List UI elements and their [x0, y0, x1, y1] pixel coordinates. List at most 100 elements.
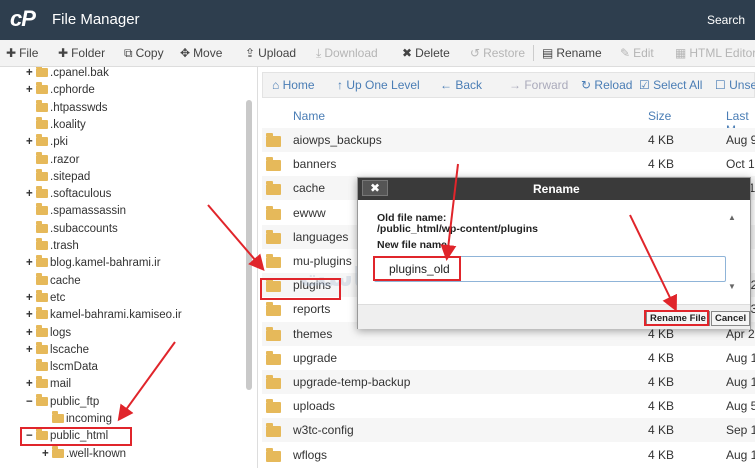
delete-button[interactable]: ✖ Delete	[402, 46, 450, 60]
table-row[interactable]: banners 4 KB Oct 1	[262, 152, 755, 177]
upload-button[interactable]: ⇪ Upload	[245, 46, 296, 60]
folder-icon	[36, 168, 48, 181]
tree-item-label: .subaccounts	[50, 222, 118, 235]
select-all-button[interactable]: ☑ Select All	[639, 78, 702, 92]
tree-item[interactable]: .spamassassin	[26, 203, 126, 220]
search-label[interactable]: Search	[707, 13, 745, 27]
cpanel-logo: cP	[10, 6, 36, 31]
move-button[interactable]: ✥ Move	[180, 46, 222, 60]
file-name: uploads	[293, 399, 336, 414]
table-row[interactable]: upgrade-temp-backup 4 KB Aug 1	[262, 370, 755, 394]
file-size: 4 KB	[648, 447, 675, 462]
tree-item-label: .cpanel.bak	[50, 67, 109, 79]
download-button[interactable]: ⤓ Download	[316, 46, 378, 61]
scroll-up-icon[interactable]: ▲	[728, 213, 736, 222]
edit-button[interactable]: ✎ Edit	[620, 46, 654, 60]
tree-item[interactable]: .sitepad	[26, 168, 90, 186]
file-name: aiowps_backups	[293, 133, 382, 147]
tree-item-label: .trash	[50, 240, 79, 252]
tree-item-label: mail	[50, 378, 72, 391]
tree-item[interactable]: cache	[26, 272, 81, 290]
copy-icon: ⧉	[124, 46, 133, 60]
folder-icon	[36, 324, 48, 337]
forward-button[interactable]: → Forward	[509, 78, 568, 92]
table-row[interactable]: w3tc-config 4 KB Sep 1	[262, 418, 755, 443]
tree-item[interactable]: + .pki	[26, 134, 68, 151]
folder-icon	[266, 205, 281, 220]
tree-item[interactable]: .razor	[26, 151, 79, 169]
tree-scrollbar[interactable]	[246, 100, 252, 390]
close-icon[interactable]: ✖	[362, 180, 388, 196]
cancel-button[interactable]: Cancel	[711, 311, 751, 326]
tree-item[interactable]: .htpasswds	[26, 99, 108, 117]
tree-item[interactable]: + .cpanel.bak	[26, 67, 109, 82]
tree-item[interactable]: + etc	[26, 289, 65, 307]
tree-item-label: public_ftp	[50, 395, 100, 408]
expand-toggle-icon[interactable]: +	[26, 325, 36, 342]
back-button[interactable]: ← Back	[440, 78, 482, 92]
top-bar: cP File Manager Search	[0, 0, 755, 40]
folder-icon	[266, 229, 281, 244]
expand-toggle-icon[interactable]: +	[26, 342, 36, 359]
html-editor-button[interactable]: ▦ HTML Editor	[675, 46, 755, 60]
tree-item[interactable]: .trash	[26, 238, 79, 255]
expand-toggle-icon[interactable]: +	[26, 134, 36, 151]
expand-toggle-icon[interactable]: +	[42, 446, 52, 463]
unselect-all-button[interactable]: ☐ Unse	[715, 78, 755, 92]
file-name: cache	[293, 181, 326, 196]
folder-icon	[36, 186, 48, 199]
copy-button[interactable]: ⧉ Copy	[124, 46, 164, 61]
table-row[interactable]: upgrade 4 KB Aug 1	[262, 345, 755, 370]
tree-item[interactable]: incoming	[42, 411, 112, 428]
folder-icon	[36, 307, 48, 320]
expand-toggle-icon[interactable]: +	[26, 186, 36, 203]
tree-item[interactable]: − public_ftp	[26, 393, 100, 411]
app-title: File Manager	[52, 11, 140, 28]
tree-item[interactable]: + .cphorde	[26, 82, 95, 99]
restore-button[interactable]: ↺ Restore	[470, 46, 525, 60]
plus-icon: ✚	[6, 46, 17, 60]
tree-item[interactable]: + mail	[26, 376, 71, 393]
folder-icon	[266, 326, 281, 341]
folder-icon	[36, 82, 48, 95]
up-one-level-button[interactable]: ↑ Up One Level	[337, 78, 420, 92]
expand-toggle-icon[interactable]: +	[26, 290, 36, 307]
rename-button[interactable]: ▤ Rename	[542, 46, 602, 60]
tree-item[interactable]: lscmData	[26, 359, 98, 376]
tree-item[interactable]: .koality	[26, 116, 86, 134]
file-date: Sep 1	[726, 423, 755, 438]
old-file-path: /public_html/wp-content/plugins	[377, 223, 538, 235]
tree-item-label: .spamassassin	[50, 205, 127, 218]
table-row[interactable]: wflogs 4 KB Aug 1	[262, 442, 755, 467]
file-name: upgrade	[293, 350, 338, 365]
expand-toggle-icon[interactable]: +	[26, 255, 36, 272]
tree-item[interactable]: + .softaculous	[26, 186, 111, 203]
column-header-name[interactable]: Name	[293, 109, 325, 123]
file-size: 4 KB	[648, 399, 675, 414]
expand-toggle-icon[interactable]: +	[26, 307, 36, 324]
table-row[interactable]: uploads 4 KB Aug 5	[262, 394, 755, 419]
tree-item[interactable]: + logs	[26, 324, 71, 342]
reload-button[interactable]: ↻ Reload	[581, 78, 632, 92]
folder-icon	[36, 238, 48, 250]
expand-toggle-icon[interactable]: +	[26, 67, 36, 82]
column-header-size[interactable]: Size	[648, 109, 671, 123]
scroll-down-icon[interactable]: ▼	[728, 282, 736, 291]
home-button[interactable]: ⌂ Home	[272, 78, 315, 92]
tree-item[interactable]: + lscache	[26, 341, 89, 359]
tree-item[interactable]: + blog.kamel-bahrami.ir	[26, 255, 161, 272]
tree-item[interactable]: + kamel-bahrami.kamiseo.ir	[26, 307, 182, 324]
tree-item[interactable]: .subaccounts	[26, 220, 118, 238]
new-file-button[interactable]: ✚ File	[6, 46, 38, 60]
expand-toggle-icon[interactable]: +	[26, 82, 36, 99]
new-folder-button[interactable]: ✚ Folder	[58, 46, 105, 60]
file-size: 4 KB	[648, 133, 675, 147]
plus-icon: ✚	[58, 46, 69, 60]
folder-icon	[36, 289, 48, 302]
table-row[interactable]: aiowps_backups 4 KB Aug 9	[262, 128, 755, 152]
folder-icon	[36, 67, 48, 77]
expand-toggle-icon[interactable]: +	[26, 376, 36, 393]
tree-item[interactable]: + .well-known	[42, 445, 126, 463]
expand-toggle-icon[interactable]: −	[26, 394, 36, 411]
dialog-title: Rename	[533, 182, 580, 196]
